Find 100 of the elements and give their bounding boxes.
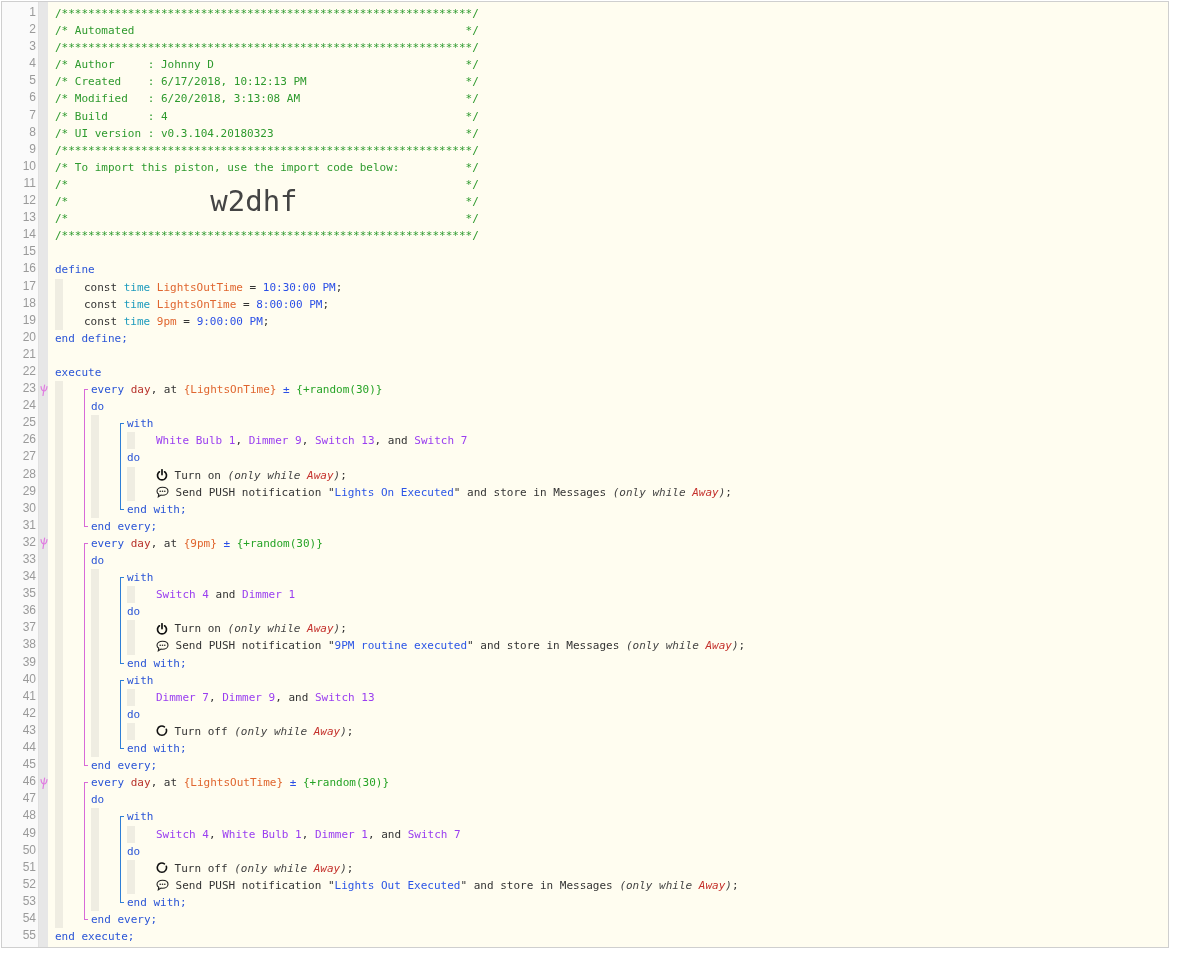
code-keyword: end every; [91, 758, 158, 775]
line-number: 10 [21, 158, 37, 175]
line-number: 3 [28, 39, 37, 56]
condition-text: ) [333, 621, 341, 638]
code-keyword: with [127, 570, 154, 587]
code-text: = [241, 296, 251, 313]
condition-text: ) [340, 860, 347, 877]
code-keyword: end define; [55, 330, 128, 347]
code-text: and [214, 587, 237, 604]
code-text: = [182, 313, 191, 330]
condition-text: (only while [612, 484, 687, 501]
type-keyword: time [123, 313, 151, 330]
code-text: ; [262, 313, 270, 330]
code-expression: {+random(30)} [236, 535, 323, 552]
code-comment: /* To import this piston, use the import code below: [55, 159, 400, 176]
line-number: 28 [21, 466, 37, 483]
line-number: 2 [28, 22, 37, 39]
line-number: 21 [21, 346, 37, 363]
type-keyword: time [123, 279, 151, 296]
condition-text: (only while [234, 723, 309, 740]
comment-close: */ [465, 176, 479, 193]
code-comment: /* Modified : 6/20/2018, 3:13:08 AM [55, 91, 301, 108]
line-number: 15 [21, 244, 37, 261]
variable-name: 9pm [155, 313, 177, 330]
variable-name: {LightsOnTime} [183, 382, 277, 399]
string-literal: Lights Out Executed [334, 877, 461, 894]
line-number: 1 [28, 5, 37, 21]
code-keyword: every [91, 535, 125, 552]
line-number: 16 [21, 261, 37, 278]
code-text: ; [335, 279, 343, 296]
block-bracket [120, 679, 124, 750]
chat-icon [156, 640, 169, 652]
line-number: 29 [21, 483, 37, 500]
code-comment: /**************************************************************/ [55, 40, 479, 57]
line-number: 13 [21, 210, 37, 227]
line-number: 40 [21, 671, 37, 688]
mode-name: Away [307, 621, 334, 638]
variable-name: {LightsOutTime} [183, 775, 284, 792]
code-text: Turn off [173, 860, 229, 877]
code-text: , [209, 689, 217, 706]
code-text: , and [275, 689, 310, 706]
code-keyword: end every; [91, 518, 158, 535]
line-number: 25 [21, 415, 37, 432]
line-number: 31 [21, 517, 37, 534]
power-icon [156, 622, 168, 635]
line-number: 9 [28, 141, 37, 158]
device-name: Dimmer 1 [242, 587, 296, 604]
device-name: Switch 4 [156, 587, 209, 604]
line-number: 38 [21, 637, 37, 654]
variable-name: LightsOnTime [155, 296, 237, 313]
condition-text: (only while [234, 860, 309, 877]
code-text: ; [322, 296, 330, 313]
line-number: 47 [21, 791, 37, 808]
line-number: 5 [28, 73, 37, 90]
device-name: Switch 7 [407, 826, 461, 843]
device-name: Dimmer 9 [222, 689, 276, 706]
code-text: Turn off [173, 723, 229, 740]
line-number: 8 [28, 124, 37, 141]
code-keyword: end execute; [55, 929, 135, 946]
line-number: 41 [21, 688, 37, 705]
code-keyword: end every; [91, 911, 158, 928]
code-text: " and store in Messages [467, 638, 621, 655]
code-comment: /* Author : Johnny D [55, 57, 214, 74]
comment-close: */ [465, 74, 479, 91]
time-unit: day [129, 535, 151, 552]
line-number: 32 [21, 534, 37, 551]
code-value: ± [222, 535, 232, 552]
time-unit: day [129, 382, 151, 399]
line-number: 42 [21, 705, 37, 722]
chat-icon [156, 879, 169, 892]
device-name: White Bulb 1 [222, 826, 302, 843]
ring-icon [156, 725, 168, 738]
code-value: ± [282, 382, 291, 399]
code-comment: /* [55, 176, 69, 193]
line-number: 20 [21, 329, 37, 346]
code-text: ; [346, 860, 354, 877]
code-expression: {+random(30)} [302, 775, 390, 792]
code-value: 9:00:00 PM [196, 313, 263, 330]
device-name: Switch 13 [314, 689, 375, 706]
code-comment: /**************************************************************/ [55, 6, 479, 22]
string-literal: 9PM routine executed [334, 638, 468, 655]
code-keyword: end with; [127, 655, 187, 672]
line-number: 55 [21, 928, 37, 945]
line-number: 50 [21, 842, 37, 859]
line-number: 44 [21, 740, 37, 757]
line-number: 18 [21, 295, 37, 312]
line-number: 30 [21, 500, 37, 517]
line-number: 23 [21, 381, 37, 398]
code-comment: /* UI version : v0.3.104.20180323 [55, 125, 274, 142]
code-text: , at [150, 775, 179, 792]
code-text: Send PUSH notification " [174, 877, 335, 894]
code-text: , and [374, 433, 409, 450]
line-number: 27 [21, 449, 37, 466]
line-number: 53 [21, 893, 37, 910]
code-keyword: with [127, 672, 154, 689]
code-text: " and store in Messages [453, 484, 608, 501]
mode-name: Away [705, 638, 732, 655]
device-name: Switch 7 [414, 433, 468, 450]
line-number: 14 [21, 227, 37, 244]
code-text: ; [346, 723, 354, 740]
